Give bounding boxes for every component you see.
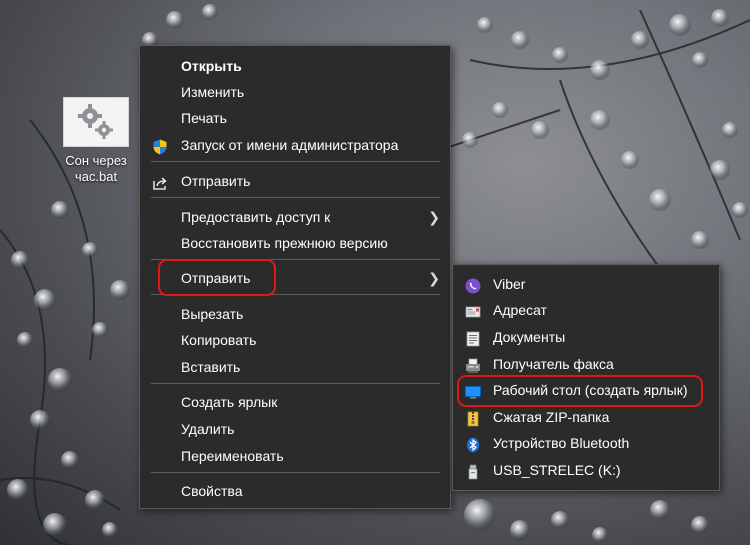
menu-separator bbox=[151, 259, 440, 260]
submenu-item-mail-recipient[interactable]: Адресат bbox=[453, 297, 719, 323]
fax-icon bbox=[465, 356, 481, 373]
desktop-file-icon[interactable]: Сон через час.bat bbox=[50, 92, 142, 185]
menu-item-label: Запуск от имени администратора bbox=[181, 137, 399, 153]
menu-item-label: Переименовать bbox=[181, 448, 284, 464]
submenu-item-viber[interactable]: Viber bbox=[453, 271, 719, 297]
submenu-item-desktop-shortcut[interactable]: Рабочий стол (создать ярлык) bbox=[453, 377, 719, 403]
menu-item-copy[interactable]: Копировать bbox=[140, 327, 450, 353]
menu-item-restore-version[interactable]: Восстановить прежнюю версию bbox=[140, 230, 450, 256]
submenu-item-label: Адресат bbox=[493, 302, 547, 318]
submenu-item-label: Устройство Bluetooth bbox=[493, 435, 630, 451]
submenu-item-label: Получатель факса bbox=[493, 356, 614, 372]
bluetooth-icon bbox=[465, 435, 481, 453]
menu-item-share[interactable]: Отправить bbox=[140, 168, 450, 194]
menu-item-print[interactable]: Печать bbox=[140, 105, 450, 131]
submenu-item-zip-folder[interactable]: Сжатая ZIP-папка bbox=[453, 404, 719, 430]
file-name-line-1: Сон через bbox=[65, 153, 127, 168]
menu-item-label: Удалить bbox=[181, 421, 235, 437]
menu-separator bbox=[151, 472, 440, 473]
menu-item-label: Вырезать bbox=[181, 306, 244, 322]
menu-item-label: Печать bbox=[181, 110, 227, 126]
menu-item-cut[interactable]: Вырезать bbox=[140, 301, 450, 327]
menu-item-label: Свойства bbox=[181, 483, 243, 499]
menu-item-properties[interactable]: Свойства bbox=[140, 478, 450, 504]
menu-item-label: Изменить bbox=[181, 84, 245, 100]
submenu-item-fax-recipient[interactable]: Получатель факса bbox=[453, 351, 719, 377]
menu-item-label: Восстановить прежнюю версию bbox=[181, 235, 388, 251]
menu-item-label: Открыть bbox=[181, 58, 242, 74]
menu-item-label: Создать ярлык bbox=[181, 394, 278, 410]
menu-item-open[interactable]: Открыть bbox=[140, 53, 450, 79]
menu-item-label: Предоставить доступ к bbox=[181, 209, 331, 225]
submenu-item-bluetooth[interactable]: Устройство Bluetooth bbox=[453, 430, 719, 456]
zip-folder-icon bbox=[465, 409, 481, 427]
submenu-item-usb-drive[interactable]: USB_STRELEC (K:) bbox=[453, 457, 719, 483]
menu-separator bbox=[151, 294, 440, 295]
menu-item-run-as-admin[interactable]: Запуск от имени администратора bbox=[140, 132, 450, 158]
context-menu: Открыть Изменить Печать Запуск от имени … bbox=[139, 45, 451, 509]
submenu-item-label: Viber bbox=[493, 276, 526, 292]
menu-item-label: Вставить bbox=[181, 359, 241, 375]
menu-item-label: Отправить bbox=[181, 173, 251, 189]
send-to-submenu: Viber Адресат Документы Получатель факса… bbox=[452, 264, 720, 491]
menu-separator bbox=[151, 197, 440, 198]
gears-batch-file-icon bbox=[63, 97, 129, 147]
menu-item-label: Отправить bbox=[181, 270, 251, 286]
menu-item-rename[interactable]: Переименовать bbox=[140, 443, 450, 469]
menu-item-label: Копировать bbox=[181, 332, 257, 348]
submenu-item-label: Рабочий стол (создать ярлык) bbox=[493, 382, 688, 398]
menu-item-give-access[interactable]: Предоставить доступ к ❯ bbox=[140, 204, 450, 230]
menu-separator bbox=[151, 383, 440, 384]
submenu-item-label: Документы bbox=[493, 329, 566, 345]
menu-item-edit[interactable]: Изменить bbox=[140, 79, 450, 105]
mail-recipient-icon bbox=[465, 302, 481, 318]
chevron-right-icon: ❯ bbox=[428, 270, 440, 286]
menu-item-paste[interactable]: Вставить bbox=[140, 354, 450, 380]
submenu-item-label: Сжатая ZIP-папка bbox=[493, 409, 610, 425]
menu-separator bbox=[151, 161, 440, 162]
chevron-right-icon: ❯ bbox=[428, 209, 440, 225]
desktop-icon bbox=[465, 382, 481, 399]
share-icon bbox=[152, 173, 168, 190]
documents-icon bbox=[465, 329, 481, 347]
uac-shield-icon bbox=[152, 137, 168, 155]
usb-drive-icon bbox=[465, 462, 481, 480]
menu-item-create-shortcut[interactable]: Создать ярлык bbox=[140, 389, 450, 415]
file-name-line-2: час.bat bbox=[74, 169, 118, 184]
menu-item-delete[interactable]: Удалить bbox=[140, 416, 450, 442]
submenu-item-label: USB_STRELEC (K:) bbox=[493, 462, 621, 478]
viber-icon bbox=[465, 276, 481, 294]
submenu-item-documents[interactable]: Документы bbox=[453, 324, 719, 350]
menu-item-send-to[interactable]: Отправить ❯ bbox=[140, 265, 450, 291]
